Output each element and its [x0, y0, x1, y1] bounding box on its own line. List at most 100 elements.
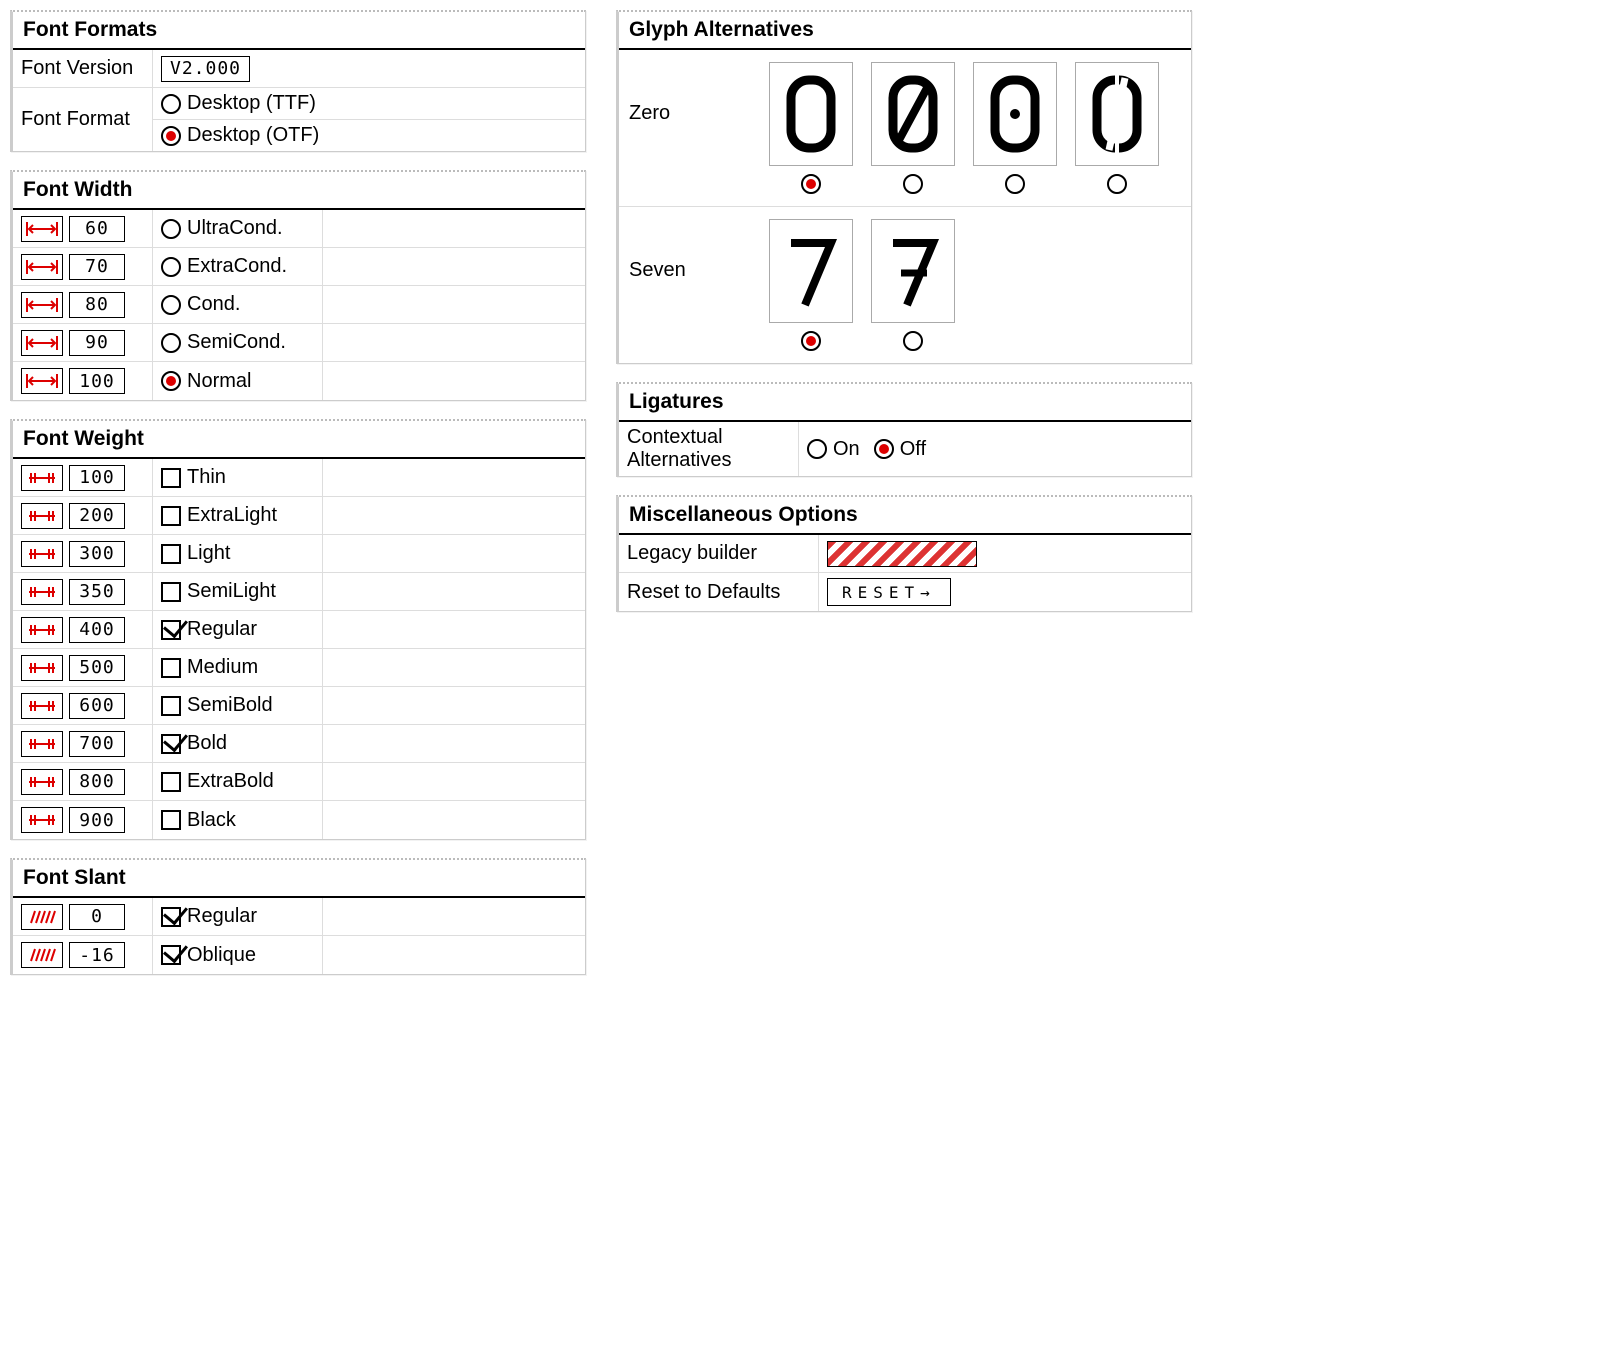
weight-option-label: SemiBold [187, 694, 273, 717]
font-slant-panel: Font Slant 0 Regular -16 Oblique [10, 858, 586, 975]
misc-title: Miscellaneous Options [619, 497, 1191, 535]
weight-option-label: Bold [187, 732, 227, 755]
width-option-label: UltraCond. [187, 217, 283, 240]
font-version-input[interactable]: V2.000 [161, 56, 250, 82]
legacy-builder-toggle[interactable] [827, 541, 977, 567]
slant-checkbox[interactable] [161, 945, 181, 965]
glyph-seven-option[interactable] [871, 219, 955, 323]
glyph-seven-radio[interactable] [903, 331, 923, 351]
width-radio[interactable] [161, 257, 181, 277]
weight-checkbox[interactable] [161, 620, 181, 640]
weight-checkbox[interactable] [161, 468, 181, 488]
weight-icon [21, 807, 63, 833]
font-width-panel: Font Width 60 UltraCond. 70 ExtraCond. 8… [10, 170, 586, 401]
width-value-input[interactable]: 100 [69, 368, 125, 394]
weight-option-label: Regular [187, 618, 257, 641]
weight-checkbox[interactable] [161, 734, 181, 754]
weight-checkbox[interactable] [161, 544, 181, 564]
weight-value-input[interactable]: 200 [69, 503, 125, 529]
weight-checkbox[interactable] [161, 506, 181, 526]
weight-icon [21, 769, 63, 795]
font-format-option-label: Desktop (OTF) [187, 124, 319, 147]
width-radio[interactable] [161, 333, 181, 353]
slant-icon [21, 942, 63, 968]
font-format-radio-otf[interactable] [161, 126, 181, 146]
weight-value-input[interactable]: 900 [69, 807, 125, 833]
font-version-label: Font Version [13, 50, 153, 87]
reset-button[interactable]: RESET→ [827, 578, 951, 606]
weight-value-input[interactable]: 350 [69, 579, 125, 605]
glyph-zero-option[interactable] [871, 62, 955, 166]
width-radio[interactable] [161, 219, 181, 239]
font-format-label: Font Format [13, 88, 153, 151]
font-width-title: Font Width [13, 172, 585, 210]
weight-option-label: ExtraBold [187, 770, 274, 793]
slant-option-label: Oblique [187, 944, 256, 967]
width-icon [21, 330, 63, 356]
glyph-zero-option[interactable] [769, 62, 853, 166]
glyph-zero-radio[interactable] [1005, 174, 1025, 194]
weight-value-input[interactable]: 800 [69, 769, 125, 795]
reset-defaults-label: Reset to Defaults [619, 573, 819, 611]
width-icon [21, 254, 63, 280]
ligatures-on-label: On [833, 438, 860, 461]
weight-icon [21, 693, 63, 719]
weight-icon [21, 617, 63, 643]
weight-checkbox[interactable] [161, 696, 181, 716]
weight-checkbox[interactable] [161, 582, 181, 602]
font-weight-title: Font Weight [13, 421, 585, 459]
width-option-label: Normal [187, 370, 251, 393]
glyph-seven-radio[interactable] [801, 331, 821, 351]
ligatures-panel: Ligatures Contextual Alternatives On Off [616, 382, 1192, 477]
font-format-option-label: Desktop (TTF) [187, 92, 316, 115]
weight-value-input[interactable]: 600 [69, 693, 125, 719]
font-formats-title: Font Formats [13, 12, 585, 50]
weight-checkbox[interactable] [161, 658, 181, 678]
ligatures-off-label: Off [900, 438, 926, 461]
weight-option-label: Black [187, 809, 236, 832]
misc-panel: Miscellaneous Options Legacy builder Res… [616, 495, 1192, 612]
weight-icon [21, 731, 63, 757]
glyph-zero-radio[interactable] [1107, 174, 1127, 194]
glyph-seven-label: Seven [629, 219, 769, 282]
glyph-alternatives-panel: Glyph Alternatives Zero Seven [616, 10, 1192, 364]
weight-value-input[interactable]: 300 [69, 541, 125, 567]
weight-option-label: ExtraLight [187, 504, 277, 527]
weight-value-input[interactable]: 500 [69, 655, 125, 681]
weight-option-label: Light [187, 542, 230, 565]
glyph-seven-option[interactable] [769, 219, 853, 323]
weight-value-input[interactable]: 100 [69, 465, 125, 491]
glyph-zero-radio[interactable] [903, 174, 923, 194]
weight-value-input[interactable]: 400 [69, 617, 125, 643]
slant-option-label: Regular [187, 905, 257, 928]
font-format-radio-ttf[interactable] [161, 94, 181, 114]
weight-icon [21, 503, 63, 529]
glyph-zero-option[interactable] [1075, 62, 1159, 166]
width-option-label: ExtraCond. [187, 255, 287, 278]
weight-icon [21, 579, 63, 605]
font-formats-panel: Font Formats Font Version V2.000 Font Fo… [10, 10, 586, 152]
slant-value-input[interactable]: -16 [69, 942, 125, 968]
width-value-input[interactable]: 90 [69, 330, 125, 356]
glyph-zero-radio[interactable] [801, 174, 821, 194]
slant-value-input[interactable]: 0 [69, 904, 125, 930]
weight-checkbox[interactable] [161, 772, 181, 792]
width-icon [21, 368, 63, 394]
width-value-input[interactable]: 80 [69, 292, 125, 318]
width-icon [21, 216, 63, 242]
weight-icon [21, 541, 63, 567]
weight-option-label: SemiLight [187, 580, 276, 603]
ligatures-radio-on[interactable] [807, 439, 827, 459]
weight-value-input[interactable]: 700 [69, 731, 125, 757]
slant-checkbox[interactable] [161, 907, 181, 927]
weight-icon [21, 655, 63, 681]
width-radio[interactable] [161, 295, 181, 315]
weight-checkbox[interactable] [161, 810, 181, 830]
glyph-zero-option[interactable] [973, 62, 1057, 166]
slant-icon [21, 904, 63, 930]
width-value-input[interactable]: 60 [69, 216, 125, 242]
ligatures-radio-off[interactable] [874, 439, 894, 459]
width-value-input[interactable]: 70 [69, 254, 125, 280]
glyph-alternatives-title: Glyph Alternatives [619, 12, 1191, 50]
width-radio[interactable] [161, 371, 181, 391]
